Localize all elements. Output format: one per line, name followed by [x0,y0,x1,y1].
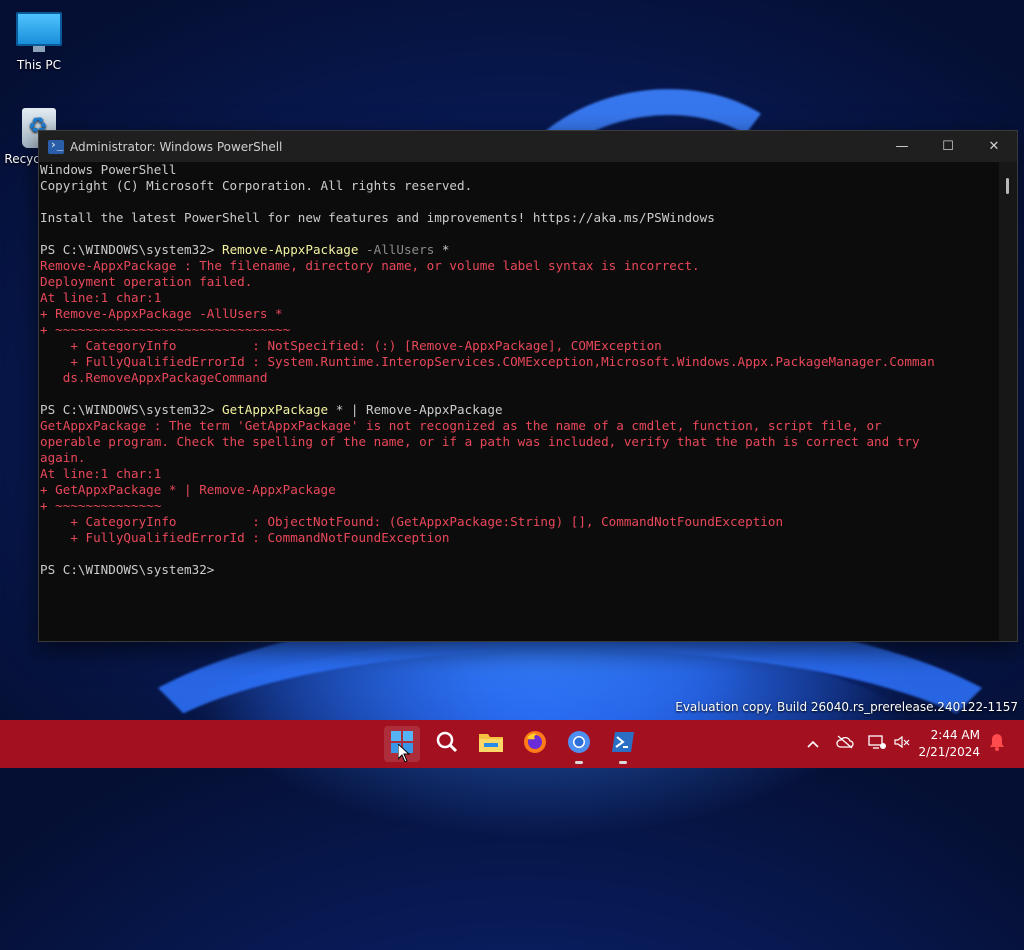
console-line: operable program. Check the spelling of … [40,434,920,449]
console-line: PS C:\WINDOWS\system32> [40,562,999,578]
console-line: + Remove-AppxPackage -AllUsers * [40,306,283,321]
minimize-icon: — [895,139,909,154]
notifications-button[interactable] [986,720,1008,768]
console-line: ds.RemoveAppxPackageCommand [40,370,268,385]
chrome-icon [567,730,591,758]
evaluation-watermark: Evaluation copy. Build 26040.rs_prerelea… [675,700,1018,714]
close-icon: ✕ [988,139,1000,154]
window-title: Administrator: Windows PowerShell [70,139,283,154]
maximize-button[interactable]: ☐ [925,131,971,162]
mouse-cursor-icon [397,742,411,766]
console-cmd: GetAppxPackage [221,402,329,417]
volume-button[interactable] [892,720,912,768]
file-explorer-button[interactable] [473,726,509,762]
console-line: PS C:\WINDOWS\system32> Remove-AppxPacka… [40,242,999,258]
console-line: Deployment operation failed. [40,274,253,289]
console-line: + CategoryInfo : ObjectNotFound: (GetApp… [40,514,784,529]
console-prompt: PS C:\WINDOWS\system32> [40,242,222,257]
network-button[interactable] [866,720,888,768]
notification-bell-icon [989,733,1005,755]
console-line: + FullyQualifiedErrorId : System.Runtime… [40,354,935,369]
search-icon [436,731,458,757]
chrome-button[interactable] [561,726,597,764]
onedrive-button[interactable] [833,720,857,768]
console-line: + ~~~~~~~~~~~~~~~~~~~~~~~~~~~~~~~ [40,322,291,337]
volume-muted-icon [894,735,910,753]
powershell-icon [611,731,635,757]
console-line: Windows PowerShell [40,162,177,177]
running-indicator [575,761,583,764]
console-line: GetAppxPackage : The term 'GetAppxPackag… [40,418,882,433]
console-line: + FullyQualifiedErrorId : CommandNotFoun… [40,530,450,545]
clock-time: 2:44 AM [930,728,980,742]
console-line: Copyright (C) Microsoft Corporation. All… [40,178,473,193]
console-cmd: Remove-AppxPackage [221,242,359,257]
vertical-scrollbar[interactable] [999,162,1017,641]
close-button[interactable]: ✕ [971,131,1017,162]
firefox-icon [523,730,547,758]
this-pc-icon [1,12,77,52]
taskbar: 2:44 AM 2/21/2024 [0,720,1024,768]
window-titlebar[interactable]: Administrator: Windows PowerShell — ☐ ✕ [39,131,1017,162]
console-prompt: PS C:\WINDOWS\system32> [40,402,222,417]
console-line: Install the latest PowerShell for new fe… [40,210,715,225]
powershell-window[interactable]: Administrator: Windows PowerShell — ☐ ✕ … [38,130,1018,642]
console-prompt: PS C:\WINDOWS\system32> [40,562,222,577]
chevron-up-icon [807,736,819,752]
console-line: + ~~~~~~~~~~~~~~ [40,498,162,513]
console-param: -AllUsers [358,242,435,257]
desktop-icon-this-pc[interactable]: This PC [1,12,77,72]
running-indicator [619,761,627,764]
cloud-offline-icon [836,735,854,753]
wallpaper-petal [80,610,1024,950]
minimize-button[interactable]: — [879,131,925,162]
console-rest: * [434,242,450,257]
maximize-icon: ☐ [942,139,954,154]
console-line: PS C:\WINDOWS\system32> GetAppxPackage *… [40,402,999,418]
search-button[interactable] [429,726,465,762]
console-line: Remove-AppxPackage : The filename, direc… [40,258,700,273]
desktop-icon-label: This PC [17,58,61,72]
console-line: + GetAppxPackage * | Remove-AppxPackage [40,482,336,497]
console-rest: * | Remove-AppxPackage [328,402,503,417]
network-icon [868,734,886,754]
scrollbar-thumb[interactable] [1006,178,1009,194]
powershell-icon [48,138,64,154]
show-hidden-icons-button[interactable] [802,720,824,768]
console-line: + CategoryInfo : NotSpecified: (:) [Remo… [40,338,662,353]
console-line: again. [40,450,86,465]
console-line: At line:1 char:1 [40,290,162,305]
powershell-button[interactable] [605,726,641,764]
console-output[interactable]: Windows PowerShell Copyright (C) Microsof… [39,162,999,641]
clock[interactable]: 2:44 AM 2/21/2024 [918,727,980,761]
firefox-button[interactable] [517,726,553,762]
start-button[interactable] [384,726,420,763]
console-line: At line:1 char:1 [40,466,162,481]
folder-icon [478,731,504,757]
clock-date: 2/21/2024 [918,745,980,759]
